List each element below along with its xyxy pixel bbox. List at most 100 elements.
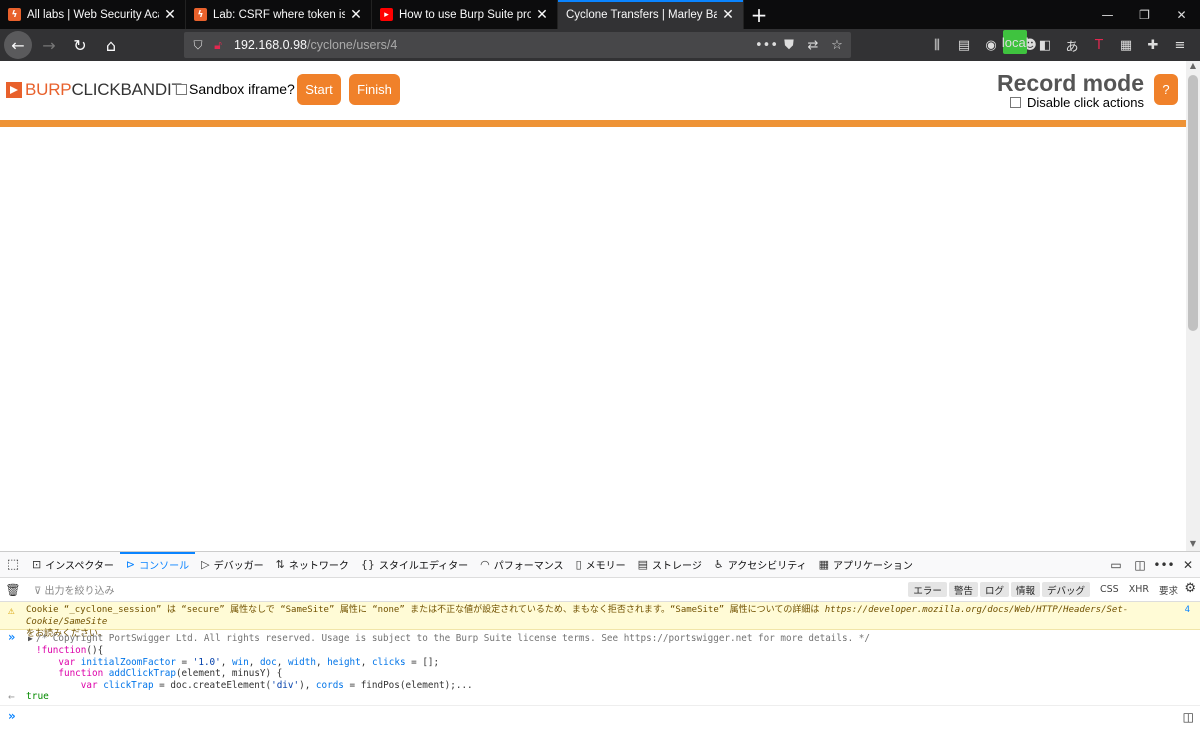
dock-side-icon[interactable]: ◫	[1128, 552, 1152, 578]
close-tab-icon[interactable]: ✕	[163, 7, 177, 23]
sandbox-iframe-option[interactable]: Sandbox iframe?	[176, 81, 295, 97]
translate-extension-icon[interactable]: ◧	[1033, 33, 1057, 57]
tab-application[interactable]: ▦ アプリケーション	[813, 552, 919, 578]
tab-youtube[interactable]: ▸ How to use Burp Suite projects ✕	[372, 0, 558, 29]
finish-button[interactable]: Finish	[349, 74, 400, 105]
home-icon[interactable]: ⌂	[97, 31, 125, 59]
style-icon: {}	[360, 558, 375, 571]
start-button[interactable]: Start	[297, 74, 341, 105]
tab-all-labs[interactable]: ϟ All labs | Web Security Academy ✕	[0, 0, 186, 29]
menu-icon[interactable]: ≡	[1168, 33, 1192, 57]
code-text: (){	[86, 644, 104, 656]
filter-xhr-button[interactable]: XHR	[1129, 582, 1149, 597]
disable-click-actions-checkbox[interactable]	[1009, 97, 1021, 108]
tab-performance[interactable]: ◠ パフォーマンス	[474, 552, 569, 578]
level-error-button[interactable]: エラー	[908, 582, 947, 597]
page-actions-icon[interactable]: •••	[755, 38, 778, 53]
code-variable: width	[287, 656, 316, 668]
page-scrollbar[interactable]: ▲ ▼	[1186, 61, 1200, 551]
level-warn-button[interactable]: 警告	[948, 582, 978, 597]
tab-memory[interactable]: ▯ メモリー	[570, 552, 632, 578]
clickbandit-logo: BURP CLICKBANDIT	[6, 80, 182, 100]
devtools-menu-icon[interactable]: •••	[1152, 552, 1176, 578]
clickbandit-header: BURP CLICKBANDIT Sandbox iframe? Start Fi…	[0, 61, 1186, 127]
navigation-bar: ← → ↻ ⌂ ⛉ 🔓︎ 192.168.0.98/cyclone/users/…	[0, 29, 1200, 61]
scrollbar-thumb[interactable]	[1188, 75, 1198, 331]
editor-mode-toggle-icon[interactable]: ◫	[1183, 710, 1194, 724]
tab-csrf-lab[interactable]: ϟ Lab: CSRF where token is not tied to u…	[186, 0, 372, 29]
level-debug-button[interactable]: デバッグ	[1041, 582, 1090, 597]
responsive-design-icon[interactable]: ▭	[1104, 552, 1128, 578]
close-tab-icon[interactable]: ✕	[721, 7, 735, 23]
tab-accessibility[interactable]: ♿︎ アクセシビリティ	[708, 552, 813, 578]
account-icon[interactable]: ◉	[979, 33, 1003, 57]
tab-storage[interactable]: ▤ ストレージ	[632, 552, 708, 578]
bookmark-star-icon[interactable]: ☆	[827, 38, 847, 53]
tab-console[interactable]: ⊳ コンソール	[119, 551, 196, 578]
page-content: BURP CLICKBANDIT Sandbox iframe? Start Fi…	[0, 61, 1186, 551]
window-close-icon[interactable]: ✕	[1163, 0, 1200, 29]
insecure-lock-icon[interactable]: 🔓︎	[210, 38, 226, 53]
element-picker-icon[interactable]: ⬚	[0, 557, 26, 572]
tab-cyclone-transfers[interactable]: Cyclone Transfers | Marley Barton ✕	[558, 0, 744, 29]
minimize-icon[interactable]: —	[1089, 0, 1126, 29]
tab-debugger[interactable]: ▷ デバッガー	[195, 552, 269, 578]
code-function-name: addClickTrap	[108, 668, 176, 680]
disable-click-actions-label: Disable click actions	[1026, 95, 1144, 110]
tab-title: All labs | Web Security Academy	[27, 8, 159, 21]
result-arrow-icon: ←	[8, 690, 15, 703]
url-text[interactable]: 192.168.0.98/cyclone/users/4	[234, 38, 397, 52]
sandbox-iframe-checkbox[interactable]	[176, 83, 187, 95]
devtools-close-icon[interactable]: ✕	[1176, 552, 1200, 578]
scroll-up-icon[interactable]: ▲	[1186, 61, 1200, 73]
library-icon[interactable]: ⫼	[925, 33, 949, 57]
filter-requests-button[interactable]: 要求	[1159, 582, 1178, 597]
scroll-down-icon[interactable]: ▼	[1186, 539, 1200, 551]
tracking-shield-icon[interactable]: ⛉	[190, 38, 206, 53]
tab-network[interactable]: ⇅ ネットワーク	[270, 552, 355, 578]
sandbox-iframe-label: Sandbox iframe?	[189, 81, 295, 97]
code-line: /* Copyright PortSwigger Ltd. All rights…	[36, 633, 1200, 645]
extensions-grid-icon[interactable]: ▦	[1114, 33, 1138, 57]
code-keyword: function	[58, 668, 104, 680]
code-line: !function(){	[36, 645, 1200, 657]
accessibility-icon: ♿︎	[713, 558, 724, 571]
expand-caret-icon[interactable]: ▶	[28, 633, 33, 645]
sidebar-icon[interactable]: ▤	[952, 33, 976, 57]
help-button[interactable]: ?	[1154, 74, 1178, 105]
reload-icon[interactable]: ↻	[66, 31, 94, 59]
restore-icon[interactable]: ❐	[1126, 0, 1163, 29]
url-path: /cyclone/users/4	[307, 38, 398, 52]
language-extension-icon[interactable]: あ	[1060, 33, 1084, 57]
disable-click-actions-option[interactable]: Disable click actions	[1009, 95, 1144, 110]
code-variable: win	[231, 656, 249, 668]
tab-label: メモリー	[585, 561, 626, 572]
back-icon[interactable]: ←	[4, 31, 32, 59]
console-settings-gear-icon[interactable]: ⚙	[1184, 581, 1196, 596]
logo-bandit-text: CLICKBANDIT	[71, 80, 182, 99]
close-tab-icon[interactable]: ✕	[535, 7, 549, 23]
filter-output-input[interactable]: ⊽ 出力を絞り込み	[34, 582, 115, 597]
level-log-button[interactable]: ログ	[979, 582, 1009, 597]
local-badge: local	[1002, 30, 1029, 54]
new-tab-icon[interactable]: +	[744, 0, 774, 29]
translate-icon[interactable]: ⇄	[803, 38, 823, 53]
clear-console-icon[interactable]: 🗑︎	[0, 583, 26, 597]
result-value: true	[26, 691, 49, 702]
logo-burp-text: BURP	[25, 80, 72, 99]
extension-local-icon[interactable]: local ☻	[1002, 30, 1037, 57]
addons-icon[interactable]: ✚	[1141, 33, 1165, 57]
level-info-button[interactable]: 情報	[1010, 582, 1040, 597]
pocket-icon[interactable]: ⛊	[779, 38, 799, 53]
console-command-line[interactable]: » ◫	[0, 706, 1200, 728]
code-variable: height	[327, 656, 361, 668]
close-tab-icon[interactable]: ✕	[349, 7, 363, 23]
tab-inspector[interactable]: ⊡ インスペクター	[26, 552, 120, 578]
tab-style-editor[interactable]: {} スタイルエディター	[355, 552, 474, 578]
forward-icon[interactable]: →	[35, 31, 63, 59]
url-host: 192.168.0.98	[234, 38, 307, 52]
filter-css-button[interactable]: CSS	[1100, 582, 1119, 597]
url-bar[interactable]: ⛉ 🔓︎ 192.168.0.98/cyclone/users/4 ••• ⛊ …	[184, 32, 851, 58]
code-variable: initialZoomFactor	[80, 656, 176, 668]
text-extension-icon[interactable]: T	[1087, 33, 1111, 57]
